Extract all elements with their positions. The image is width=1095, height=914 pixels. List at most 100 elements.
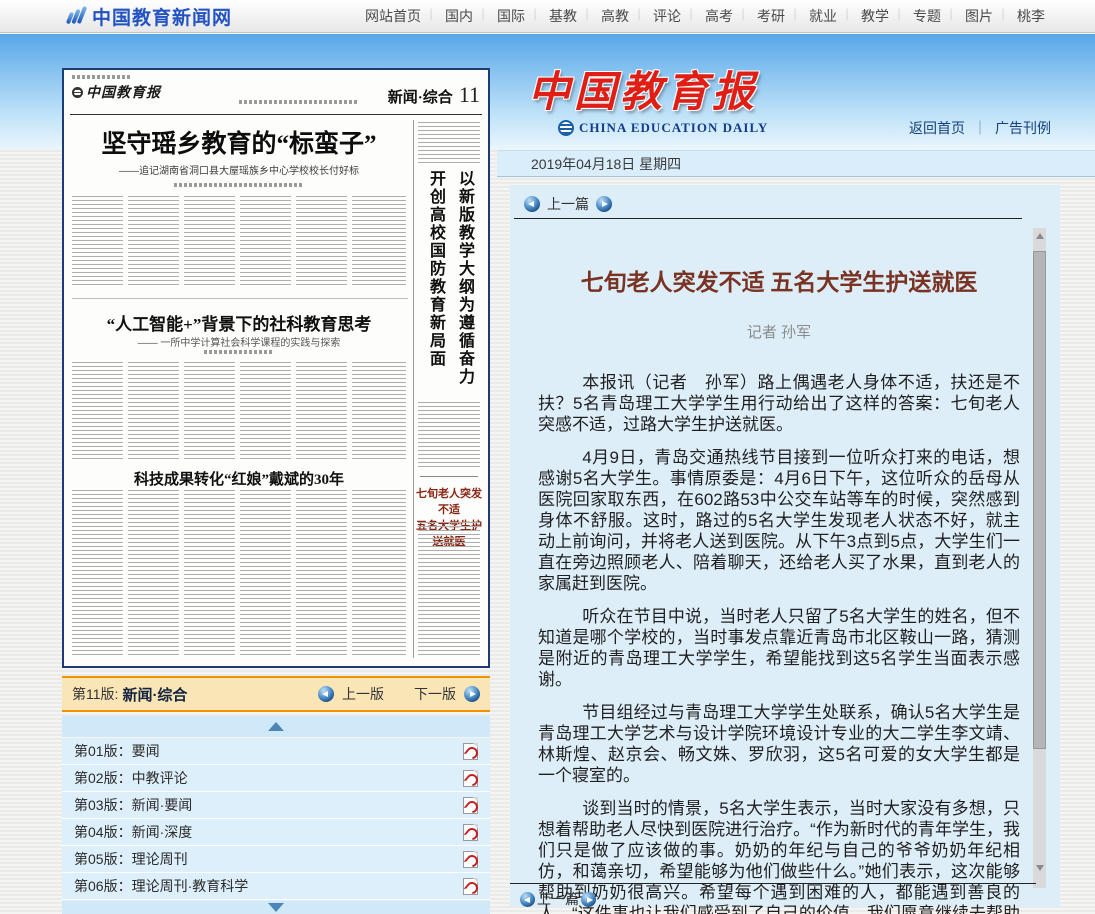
next-article-icon[interactable]	[581, 892, 596, 907]
article-paragraph: 本报讯（记者 孙军）路上偶遇老人身体不适，扶还是不扶？5名青岛理工大学学生用行动…	[538, 372, 1020, 435]
top-nav-links: 网站首页 国内 国际 基教 高教 评论 高考 考研 就业 教学 专题 图片 桃李	[353, 6, 1057, 26]
paper-masthead-rule	[70, 114, 482, 115]
pdf-icon[interactable]	[463, 878, 478, 895]
scrollbar-down-arrow-icon[interactable]	[1036, 865, 1044, 871]
down-triangle-icon	[268, 903, 284, 912]
paper-side-rule	[420, 476, 478, 477]
paper-headline-1: 坚守瑶乡教育的“标蛮子”	[70, 124, 408, 160]
paper-text-column	[240, 490, 291, 658]
prev-edition-link[interactable]: 上一版	[342, 684, 384, 704]
article-paragraph: 谈到当时的情景，5名大学生表示，当时大家没有多想，只想着帮助老人尽快到医院进行治…	[538, 798, 1020, 914]
paper-text-column	[184, 196, 235, 288]
paper-text-column	[418, 522, 480, 658]
back-home-link[interactable]: 返回首页	[909, 118, 965, 138]
article-prev-nav-bottom[interactable]: 上一篇	[520, 889, 596, 909]
page-list: 第01版：要闻 第02版：中教评论 第03版：新闻·要闻 第04版：新闻·深度 …	[62, 738, 490, 901]
paper-text-column	[418, 122, 480, 166]
date-bar: 2019年04月18日 星期四	[497, 150, 1095, 177]
paper-text-column	[72, 490, 123, 658]
page-list-item-05[interactable]: 第05版：理论周刊	[62, 846, 490, 873]
pdf-icon[interactable]	[463, 743, 478, 760]
paper-byline-2	[204, 350, 274, 354]
article-paragraph: 节目组经过与青岛理工大学学生处联系，确认5名大学生是青岛理工大学艺术与设计学院环…	[538, 702, 1020, 786]
article-prev-nav-top[interactable]: 上一篇	[524, 194, 612, 214]
paper-text-column	[128, 490, 179, 658]
link-separator: ｜	[973, 118, 987, 138]
paper-text-column	[296, 490, 347, 658]
paper-section-label: 新闻·综合 11	[388, 82, 480, 108]
paper-headline-1-sub: ——追记湖南省洞口县大屋瑶族乡中心学校校长付好标	[70, 162, 408, 177]
paper-column-divider	[413, 120, 414, 658]
article-content: 七旬老人突发不适 五名大学生护送就医 记者 孙军 本报讯（记者 孙军）路上偶遇老…	[538, 245, 1020, 914]
article-paragraph: 4月9日，青岛交通热线节目接到一位听众打来的电话，想感谢5名大学生。事情原委是：…	[538, 447, 1020, 594]
paper-text-column	[72, 196, 123, 288]
paper-byline-1	[174, 183, 304, 187]
article-title: 七旬老人突发不适 五名大学生护送就医	[538, 263, 1020, 297]
date-text: 2019年04月18日 星期四	[531, 154, 681, 174]
paper-text-column	[352, 362, 406, 462]
prev-article-icon[interactable]	[520, 892, 535, 907]
prev-article-link[interactable]: 上一篇	[547, 194, 589, 214]
page-list-item-03[interactable]: 第03版：新闻·要闻	[62, 792, 490, 819]
article-paragraph: 听众在节目中说，当时老人只留了5名大学生的姓名，但不知道是哪个学校的，当时事发点…	[538, 606, 1020, 690]
pdf-icon[interactable]	[463, 770, 478, 787]
pdf-icon[interactable]	[463, 797, 478, 814]
paper-text-column	[352, 196, 406, 288]
prev-article-icon[interactable]	[524, 196, 540, 212]
next-edition-link[interactable]: 下一版	[414, 684, 456, 704]
paper-text-column	[240, 196, 291, 288]
paper-headline-3: 科技成果转化“红娘”戴斌的30年	[70, 468, 408, 489]
nav-link-home[interactable]: 网站首页	[353, 6, 433, 26]
ad-rates-link[interactable]: 广告刊例	[995, 118, 1051, 138]
edition-label: 第11版:	[72, 684, 118, 704]
paper-text-column	[296, 196, 347, 288]
scrollbar-up-arrow-icon[interactable]	[1036, 233, 1044, 239]
page-list-item-01[interactable]: 第01版：要闻	[62, 738, 490, 765]
paper-logo: 中国教育报	[528, 58, 758, 119]
paper-text-column	[128, 362, 179, 462]
paper-tiny-dateline	[72, 75, 130, 79]
edition-bar: 第11版: 新闻·综合 上一版 下一版	[62, 676, 490, 712]
site-logo[interactable]: 中国教育新闻网	[66, 3, 232, 30]
page-list-item-06[interactable]: 第06版：理论周刊·教育科学	[62, 873, 490, 900]
masthead-links: 返回首页 ｜ 广告刊例	[909, 118, 1051, 138]
site-logo-text: 中国教育新闻网	[92, 3, 232, 30]
up-triangle-icon	[268, 722, 284, 731]
top-nav-bar: 中国教育新闻网 网站首页 国内 国际 基教 高教 评论 高考 考研 就业 教学 …	[0, 0, 1095, 33]
paper-vertical-headline: 以新版教学大纲为遵循奋力开创高校国防教育新局面	[419, 170, 479, 394]
article-byline: 记者 孙军	[538, 321, 1020, 342]
edition-name: 新闻·综合	[122, 684, 187, 705]
paper-editor-line	[239, 100, 357, 104]
prev-article-link[interactable]: 上一篇	[537, 889, 579, 909]
paper-logo-globe-icon	[558, 120, 574, 136]
paper-logo-english: CHINA EDUCATION DAILY	[558, 120, 768, 136]
page-list-scroll-up[interactable]	[62, 716, 490, 737]
site-logo-icon	[66, 6, 86, 26]
paper-headline-2-sub: —— 一所中学计算社会科学课程的实践与探索	[70, 334, 408, 349]
paper-mini-logo-icon	[72, 87, 83, 98]
paper-mini-logo: 中国教育报	[72, 82, 161, 102]
paper-text-column	[418, 402, 480, 468]
page-list-scroll-down[interactable]	[62, 901, 490, 914]
page-list-item-02[interactable]: 第02版：中教评论	[62, 765, 490, 792]
prev-edition-icon[interactable]	[318, 686, 334, 702]
article-scrollbar-thumb[interactable]	[1033, 251, 1046, 749]
paper-page-number: 11	[459, 82, 480, 108]
pdf-icon[interactable]	[463, 851, 478, 868]
paper-headline-2: “人工智能+”背景下的社科教育思考	[70, 310, 408, 335]
article-top-rule	[514, 218, 1022, 219]
paper-text-column	[296, 362, 347, 462]
newspaper-thumbnail[interactable]: 中国教育报 新闻·综合 11 坚守瑶乡教育的“标蛮子” ——追记湖南省洞口县大屋…	[62, 68, 490, 668]
paper-section-rule	[72, 298, 408, 299]
paper-text-column	[128, 196, 179, 288]
nav-link-taoli[interactable]: 桃李	[1005, 6, 1057, 26]
paper-text-column	[184, 490, 235, 658]
next-article-icon[interactable]	[596, 196, 612, 212]
pdf-icon[interactable]	[463, 824, 478, 841]
article-bottom-rule	[510, 883, 1036, 884]
paper-text-column	[240, 362, 291, 462]
page-list-item-04[interactable]: 第04版：新闻·深度	[62, 819, 490, 846]
next-edition-icon[interactable]	[464, 686, 480, 702]
paper-text-column	[352, 490, 406, 658]
article-panel: 上一篇 七旬老人突发不适 五名大学生护送就医 记者 孙军 本报讯（记者 孙军）路…	[510, 185, 1060, 907]
